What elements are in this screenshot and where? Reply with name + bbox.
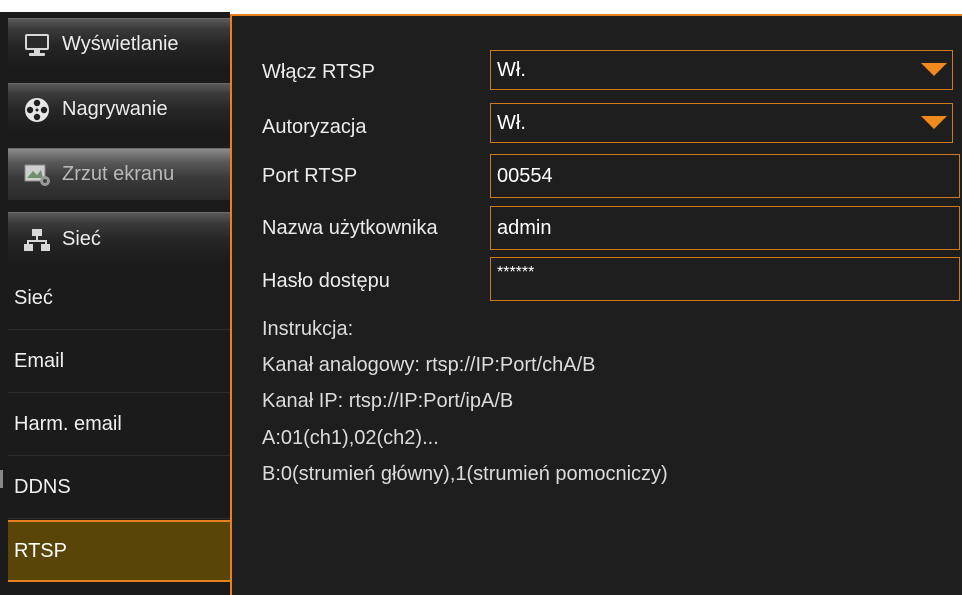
film-reel-icon [22, 96, 52, 124]
menu-recording[interactable]: Nagrywanie [8, 83, 230, 135]
instructions-heading: Instrukcja: [262, 318, 354, 340]
rtsp-port-label: Port RTSP [262, 165, 358, 187]
rtsp-settings-panel: Włącz RTSP Wł. Autoryzacja Wł. Port RTSP… [230, 14, 962, 595]
menu-recording-label: Nagrywanie [62, 98, 168, 120]
authorization-select[interactable]: Wł. [490, 103, 953, 143]
enable-rtsp-label: Włącz RTSP [262, 61, 375, 83]
instruction-line: B:0(strumień główny),1(strumień pomocnic… [262, 463, 668, 485]
submenu-ddns[interactable]: DDNS [8, 457, 230, 519]
enable-rtsp-value: Wł. [497, 58, 526, 81]
rtsp-port-value: 00554 [497, 164, 553, 187]
submenu-network-label: Sieć [14, 287, 53, 309]
rtsp-port-input[interactable]: 00554 [490, 154, 960, 198]
menu-network[interactable]: Sieć [8, 212, 230, 266]
menu-display-label: Wyświetlanie [62, 33, 179, 55]
menu-display[interactable]: Wyświetlanie [8, 18, 230, 70]
username-label: Nazwa użytkownika [262, 217, 438, 239]
submenu-network[interactable]: Sieć [8, 268, 230, 330]
submenu-ddns-label: DDNS [14, 476, 71, 498]
instruction-line: Kanał IP: rtsp://IP:Port/ipA/B [262, 390, 514, 412]
network-icon [22, 226, 52, 254]
submenu-rtsp-label: RTSP [14, 539, 67, 562]
password-value: ****** [497, 264, 535, 281]
submenu-email-schedule[interactable]: Harm. email [8, 394, 230, 456]
submenu-rtsp[interactable]: RTSP [8, 520, 230, 582]
menu-network-label: Sieć [62, 228, 101, 250]
username-input[interactable]: admin [490, 206, 960, 250]
instruction-line: A:01(ch1),02(ch2)... [262, 427, 439, 449]
submenu-email-schedule-label: Harm. email [14, 413, 122, 435]
snapshot-icon [22, 161, 52, 189]
submenu-email[interactable]: Email [8, 331, 230, 393]
chevron-down-icon[interactable] [920, 110, 948, 136]
enable-rtsp-select[interactable]: Wł. [490, 50, 953, 90]
menu-snapshot[interactable]: Zrzut ekranu [8, 148, 230, 200]
chevron-down-icon[interactable] [920, 57, 948, 83]
authorization-label: Autoryzacja [262, 116, 367, 138]
password-input[interactable]: ****** [490, 257, 960, 301]
username-value: admin [497, 216, 552, 239]
menu-snapshot-label: Zrzut ekranu [62, 163, 175, 185]
password-label: Hasło dostępu [262, 270, 390, 292]
sidebar: Wyświetlanie Nagrywanie Zrzut ekranu Sie… [0, 12, 230, 595]
submenu-email-label: Email [14, 350, 65, 372]
monitor-icon [22, 31, 52, 59]
authorization-value: Wł. [497, 111, 526, 134]
instruction-line: Kanał analogowy: rtsp://IP:Port/chA/B [262, 354, 596, 376]
edge-marker [0, 470, 3, 488]
